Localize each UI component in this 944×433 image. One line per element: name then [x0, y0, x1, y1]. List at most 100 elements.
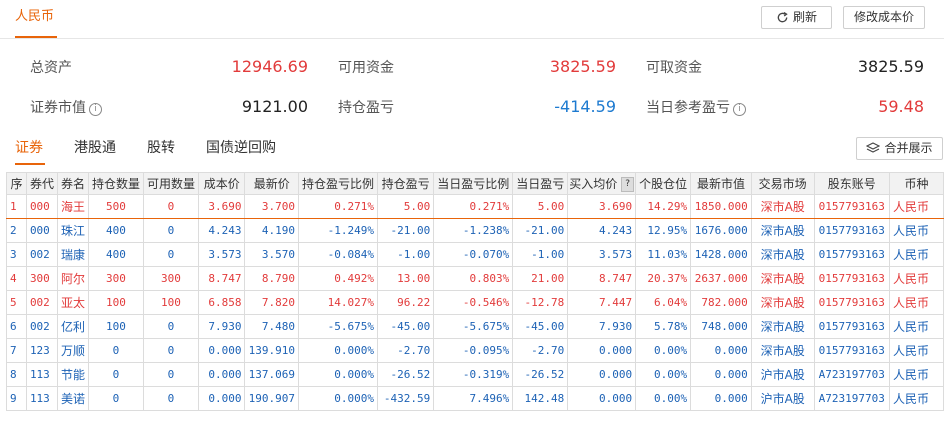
col-header[interactable]: 持仓盈亏	[377, 172, 435, 195]
market-value-value: 9121.00	[241, 97, 308, 116]
col-header[interactable]: 币种	[888, 172, 944, 195]
table-cell: 0.492%	[297, 266, 379, 291]
table-cell: -0.084%	[297, 242, 379, 267]
total-assets-label: 总资产	[30, 60, 72, 76]
tab-reverse-repo[interactable]: 国债逆回购	[206, 138, 276, 158]
table-row[interactable]: 2 000 珠江 400 0 4.243 4.190 -1.249% -21.00 -1.238%…	[6, 218, 944, 243]
table-cell: 4.243	[197, 218, 246, 243]
table-cell: -5.675%	[297, 314, 379, 339]
table-cell: 0.000	[567, 386, 637, 411]
table-cell: -45.00	[377, 314, 435, 339]
col-header[interactable]: 可用数量	[142, 172, 200, 195]
table-cell: 5	[6, 290, 27, 315]
tab-hk-connect[interactable]: 港股通	[74, 138, 116, 158]
table-cell: 节能	[56, 362, 89, 387]
withdrawable-funds-label: 可取资金	[646, 60, 702, 76]
table-cell: -2.70	[377, 338, 435, 363]
table-cell: 0.000	[567, 338, 637, 363]
col-header[interactable]: 券名	[56, 172, 89, 195]
table-cell: -5.675%	[433, 314, 514, 339]
table-cell: 0.000%	[297, 362, 379, 387]
table-cell: 7.820	[244, 290, 299, 315]
tab-share-transfer[interactable]: 股转	[147, 138, 175, 158]
table-cell: 人民币	[888, 218, 944, 243]
table-row[interactable]: 3 002 瑞康 400 0 3.573 3.570 -0.084% -1.00 -0.070% -…	[6, 242, 944, 267]
table-cell: 4.243	[567, 218, 637, 243]
table-cell: 139.910	[244, 338, 299, 363]
table-cell: 深市A股	[750, 266, 815, 291]
col-header[interactable]: 成本价	[197, 172, 246, 195]
table-cell: -26.52	[512, 362, 569, 387]
table-cell: 4.190	[244, 218, 299, 243]
layers-icon	[866, 142, 881, 153]
col-header[interactable]: 序	[6, 172, 27, 195]
table-cell: 8.747	[567, 266, 637, 291]
table-cell: A723197703	[813, 386, 890, 411]
col-header[interactable]: 券代	[25, 172, 58, 195]
table-cell: 400	[87, 218, 144, 243]
help-icon[interactable]: ?	[621, 177, 635, 192]
table-cell: -12.78	[512, 290, 569, 315]
table-cell: 0	[142, 362, 200, 387]
table-cell: 亚太	[56, 290, 89, 315]
table-cell: 0.000	[690, 386, 752, 411]
table-row[interactable]: 5 002 亚太 100 100 6.858 7.820 14.027% 96.22 -0.546…	[6, 290, 944, 315]
table-cell: 2	[6, 218, 27, 243]
table-cell: 0157793163	[813, 290, 890, 315]
table-row[interactable]: 1 000 海王 500 0 3.690 3.700 0.271% 5.00 0.271% 5.00…	[6, 194, 944, 219]
refresh-icon	[777, 11, 788, 23]
table-cell: 0157793163	[813, 338, 890, 363]
table-cell: 11.03%	[635, 242, 692, 267]
table-cell: 人民币	[888, 242, 944, 267]
col-header[interactable]: 当日盈亏比例	[433, 172, 514, 195]
table-cell: 0157793163	[813, 314, 890, 339]
refresh-button[interactable]: 刷新	[761, 6, 832, 29]
table-cell: 深市A股	[750, 218, 815, 243]
table-cell: 0.000	[690, 362, 752, 387]
table-cell: 21.00	[512, 266, 569, 291]
table-cell: 3.700	[244, 194, 299, 219]
table-row[interactable]: 7 123 万顺 0 0 0.000 139.910 0.000% -2.70 -0.095% -2…	[6, 338, 944, 363]
table-cell: 5.00	[512, 194, 569, 219]
table-cell: 深市A股	[750, 314, 815, 339]
col-header[interactable]: 当日盈亏	[512, 172, 569, 195]
table-cell: 113	[25, 386, 58, 411]
col-header[interactable]: 最新价	[244, 172, 299, 195]
table-cell: 3.573	[197, 242, 246, 267]
table-header-row: 序 券代 券名 持仓数量 可用数量 成本价 最新价 持仓盈亏比例 持仓盈亏 当日…	[6, 172, 944, 195]
table-row[interactable]: 4 300 阿尔 300 300 8.747 8.790 0.492% 13.00 0.803% 2…	[6, 266, 944, 291]
table-row[interactable]: 9 113 美诺 0 0 0.000 190.907 0.000% -432.59 7.496% 1…	[6, 386, 944, 411]
tab-securities[interactable]: 证券	[15, 138, 43, 158]
table-cell: 002	[25, 290, 58, 315]
col-header[interactable]: 交易市场	[750, 172, 815, 195]
col-header[interactable]: 持仓数量	[87, 172, 144, 195]
table-cell: 深市A股	[750, 338, 815, 363]
table-cell: 3.573	[567, 242, 637, 267]
merge-display-button[interactable]: 合并展示	[856, 137, 943, 160]
info-icon[interactable]: i	[89, 103, 102, 116]
col-header[interactable]: 最新市值	[690, 172, 752, 195]
table-cell: 6.04%	[635, 290, 692, 315]
table-cell: 人民币	[888, 386, 944, 411]
table-cell: 8	[6, 362, 27, 387]
table-cell: 002	[25, 242, 58, 267]
table-cell: 0157793163	[813, 194, 890, 219]
table-cell: 137.069	[244, 362, 299, 387]
table-cell: 沪市A股	[750, 362, 815, 387]
col-header[interactable]: 个股仓位	[635, 172, 692, 195]
table-cell: 1850.000	[690, 194, 752, 219]
position-pnl-value: -414.59	[554, 97, 616, 116]
table-row[interactable]: 8 113 节能 0 0 0.000 137.069 0.000% -26.52 -0.319% -…	[6, 362, 944, 387]
market-value-label: 证券市值 i	[30, 99, 102, 117]
table-cell: 0.000	[197, 338, 246, 363]
table-cell: 0.000	[567, 362, 637, 387]
table-cell: 0.00%	[635, 338, 692, 363]
edit-cost-button[interactable]: 修改成本价	[843, 6, 925, 29]
col-header[interactable]: 持仓盈亏比例	[297, 172, 379, 195]
info-icon[interactable]: i	[733, 103, 746, 116]
col-header[interactable]: 买入均价 ?	[567, 172, 637, 195]
currency-tab-rmb[interactable]: 人民币	[15, 0, 57, 38]
table-row[interactable]: 6 002 亿利 100 0 7.930 7.480 -5.675% -45.00 -5.675%…	[6, 314, 944, 339]
col-header[interactable]: 股东账号	[813, 172, 890, 195]
table-cell: 782.000	[690, 290, 752, 315]
